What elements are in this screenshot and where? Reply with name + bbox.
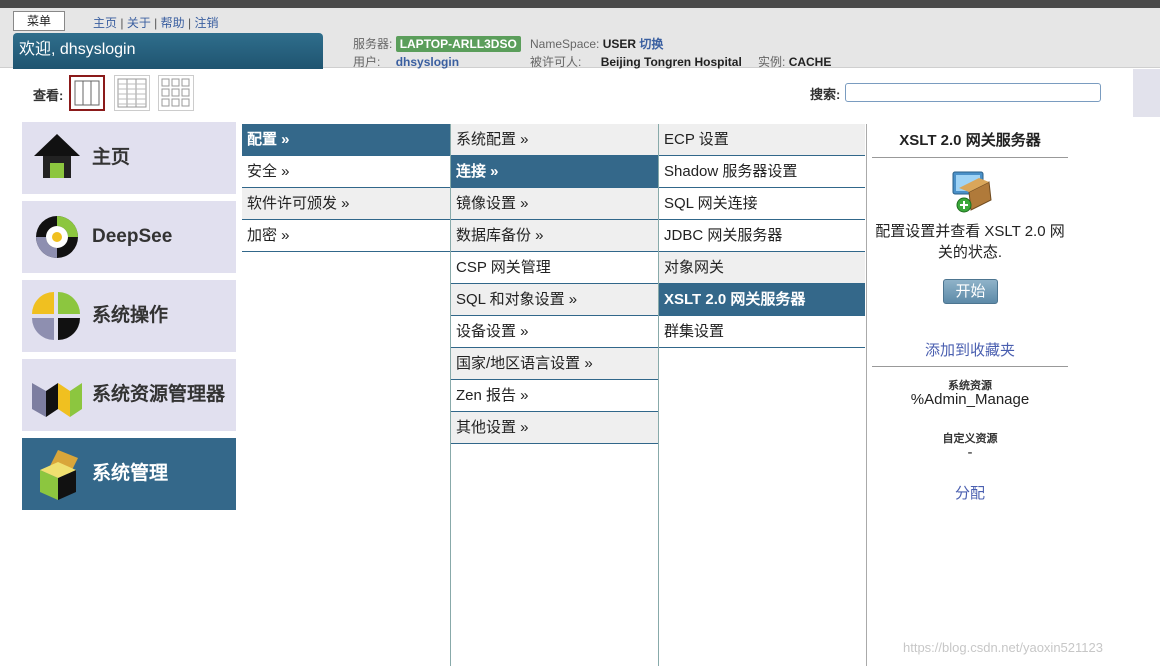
search-input[interactable]: [845, 83, 1101, 102]
instance-label: 实例:: [758, 55, 786, 69]
custom-resource-value: -: [967, 444, 973, 461]
licensee-value: Beijing Tongren Hospital: [600, 55, 742, 69]
nav-link-help[interactable]: 帮助: [161, 16, 185, 30]
menu-item-other-settings[interactable]: 其他设置 »: [451, 412, 658, 444]
view-label: 查看:: [33, 88, 64, 103]
tile-system-explorer[interactable]: 系统资源管理器: [22, 359, 236, 431]
welcome-banner: 欢迎, dhsyslogin: [13, 33, 323, 69]
tile-home[interactable]: 主页: [22, 122, 236, 194]
menu-item-csp-gateway[interactable]: CSP 网关管理: [451, 252, 658, 284]
menu-item-shadow-server[interactable]: Shadow 服务器设置: [659, 156, 865, 188]
nav-link-logout[interactable]: 注销: [194, 16, 218, 30]
menu-item-locale-settings[interactable]: 国家/地区语言设置 »: [451, 348, 658, 380]
tile-system-admin-label: 系统管理: [92, 463, 169, 484]
tile-system-admin[interactable]: 系统管理: [22, 438, 236, 510]
toolbar-side-panel: [1133, 69, 1160, 117]
menu-item-mirror-settings[interactable]: 镜像设置 »: [451, 188, 658, 220]
menu-column-3: ECP 设置 Shadow 服务器设置 SQL 网关连接 JDBC 网关服务器 …: [658, 124, 865, 666]
view-list-button[interactable]: [114, 75, 150, 111]
server-info: 服务器: LAPTOP-ARLL3DSO: [353, 35, 521, 52]
gateway-server-icon: [952, 171, 992, 213]
start-button[interactable]: 开始: [943, 279, 998, 304]
search-label: 搜索:: [810, 87, 841, 102]
add-to-favorites-link[interactable]: 添加到收藏夹: [872, 339, 1068, 360]
menu-column-2: 系统配置 » 连接 » 镜像设置 » 数据库备份 » CSP 网关管理 SQL …: [450, 124, 658, 666]
menu-item-system-config[interactable]: 系统配置 »: [451, 124, 658, 156]
window-top-strip: [0, 0, 1160, 8]
user-label: 用户:: [353, 55, 381, 69]
grid-view-icon: [161, 78, 190, 107]
system-operation-icon: [32, 292, 80, 340]
menu-item-xslt-gateway[interactable]: XSLT 2.0 网关服务器: [659, 284, 865, 316]
instance-value: CACHE: [788, 55, 832, 69]
tile-deepsee[interactable]: DeepSee: [22, 201, 236, 273]
top-nav-links: 主页 | 关于 | 帮助 | 注销: [93, 16, 219, 30]
menu-item-ecp-settings[interactable]: ECP 设置: [659, 124, 865, 156]
namespace-label: NameSpace:: [530, 37, 600, 51]
view-columns-button[interactable]: [69, 75, 105, 111]
tile-deepsee-label: DeepSee: [92, 226, 173, 247]
system-admin-icon: [40, 450, 78, 500]
server-label: 服务器:: [353, 37, 393, 51]
detail-divider: [872, 366, 1068, 367]
menu-item-configuration[interactable]: 配置 »: [242, 124, 450, 156]
licensee-info: 被许可人: Beijing Tongren Hospital: [530, 53, 742, 70]
menu-button[interactable]: 菜单: [13, 11, 65, 31]
menu-item-licensing[interactable]: 软件许可颁发 »: [242, 188, 450, 220]
user-info: 用户: dhsyslogin: [353, 53, 459, 70]
list-view-icon: [117, 78, 147, 108]
namespace-info: NameSpace: USER 切换: [530, 35, 663, 52]
menu-item-sql-gateway[interactable]: SQL 网关连接: [659, 188, 865, 220]
watermark-text: https://blog.csdn.net/yaoxin521123: [903, 640, 1103, 655]
deepsee-icon: [36, 216, 78, 258]
menu-item-jdbc-gateway[interactable]: JDBC 网关服务器: [659, 220, 865, 252]
menu-column-1: 配置 » 安全 » 软件许可颁发 » 加密 »: [242, 124, 450, 666]
licensee-label: 被许可人:: [530, 55, 582, 69]
tile-system-operation[interactable]: 系统操作: [22, 280, 236, 352]
menu-item-zen-reports[interactable]: Zen 报告 »: [451, 380, 658, 412]
system-resource-value: %Admin_Manage: [910, 391, 1030, 408]
nav-link-home[interactable]: 主页: [93, 16, 117, 30]
menu-item-object-gateway[interactable]: 对象网关: [659, 252, 865, 284]
switch-namespace-link[interactable]: 切换: [639, 37, 663, 51]
tile-system-operation-label: 系统操作: [92, 305, 169, 326]
system-explorer-icon: [32, 383, 82, 417]
menu-item-cluster-settings[interactable]: 群集设置: [659, 316, 865, 348]
menu-item-encryption[interactable]: 加密 »: [242, 220, 450, 252]
menu-item-security[interactable]: 安全 »: [242, 156, 450, 188]
header-bar: 菜单 主页 | 关于 | 帮助 | 注销 欢迎, dhsyslogin 服务器:…: [0, 8, 1160, 70]
menu-item-connectivity[interactable]: 连接 »: [451, 156, 658, 188]
home-icon: [34, 134, 80, 178]
columns-view-icon: [74, 80, 100, 106]
detail-panel: XSLT 2.0 网关服务器 配置设置并查看 XSLT 2.0 网关的状态. 开…: [866, 124, 1160, 666]
tile-home-label: 主页: [92, 147, 131, 168]
instance-info: 实例: CACHE: [758, 53, 831, 70]
detail-description: 配置设置并查看 XSLT 2.0 网关的状态.: [875, 223, 1065, 261]
detail-title: XSLT 2.0 网关服务器: [872, 124, 1068, 158]
nav-link-about[interactable]: 关于: [127, 16, 151, 30]
menu-item-database-backup[interactable]: 数据库备份 »: [451, 220, 658, 252]
menu-item-device-settings[interactable]: 设备设置 »: [451, 316, 658, 348]
user-link[interactable]: dhsyslogin: [396, 55, 459, 69]
assign-link[interactable]: 分配: [872, 482, 1068, 503]
view-grid-button[interactable]: [158, 75, 194, 111]
server-badge: LAPTOP-ARLL3DSO: [395, 36, 521, 52]
tile-system-explorer-label: 系统资源管理器: [92, 384, 226, 405]
namespace-value: USER: [602, 37, 637, 51]
menu-item-sql-object-settings[interactable]: SQL 和对象设置 »: [451, 284, 658, 316]
